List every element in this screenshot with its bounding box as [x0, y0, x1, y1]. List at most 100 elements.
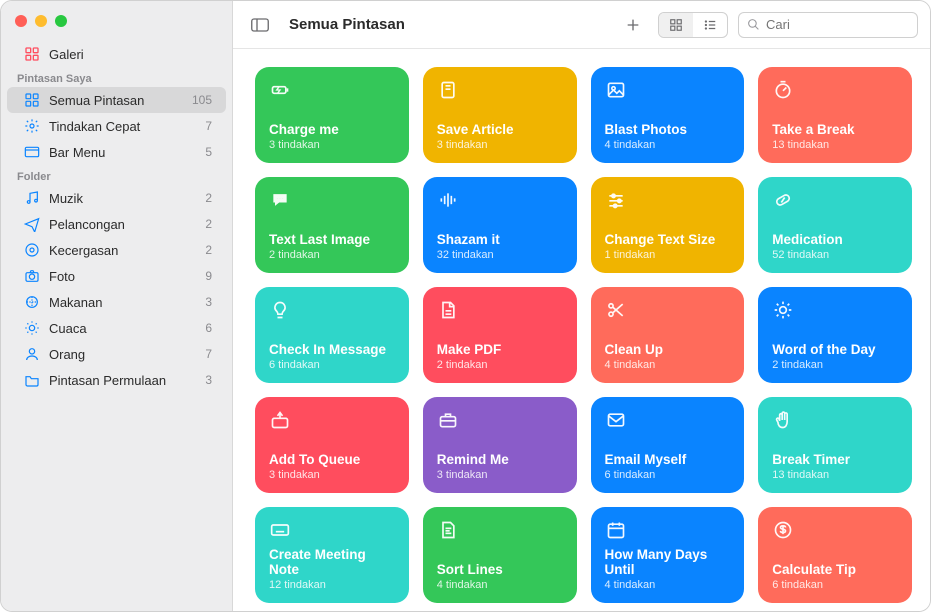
shortcut-card[interactable]: Blast Photos 4 tindakan — [591, 67, 745, 163]
shortcut-subtitle: 2 tindakan — [437, 359, 563, 371]
zoom-window-button[interactable] — [55, 15, 67, 27]
sidebar-item-count: 2 — [205, 243, 212, 257]
sidebar-item-label: Makanan — [49, 295, 197, 310]
shortcut-subtitle: 6 tindakan — [605, 469, 731, 481]
add-shortcut-button[interactable] — [618, 12, 648, 38]
camera-icon — [23, 267, 41, 285]
sidebar-item-count: 2 — [205, 191, 212, 205]
sidebar-item-label: Tindakan Cepat — [49, 119, 197, 134]
shortcut-subtitle: 3 tindakan — [269, 469, 395, 481]
sidebar-my-item[interactable]: Bar Menu 5 — [7, 139, 226, 165]
mail-icon — [605, 409, 627, 431]
shortcut-card[interactable]: Email Myself 6 tindakan — [591, 397, 745, 493]
sidebar-folder-item[interactable]: Pintasan Permulaan 3 — [7, 367, 226, 393]
shortcut-title: Take a Break — [772, 122, 898, 138]
page-title: Semua Pintasan — [289, 16, 405, 33]
shortcut-subtitle: 13 tindakan — [772, 139, 898, 151]
sidebar-folder-item[interactable]: Orang 7 — [7, 341, 226, 367]
shortcut-title: Save Article — [437, 122, 563, 138]
shortcut-title: Blast Photos — [605, 122, 731, 138]
sidebar-item-label: Semua Pintasan — [49, 93, 184, 108]
sidebar-folder-item[interactable]: Foto 9 — [7, 263, 226, 289]
shortcut-card[interactable]: Add To Queue 3 tindakan — [255, 397, 409, 493]
sidebar-item-label: Muzik — [49, 191, 197, 206]
sidebar-item-label: Kecergasan — [49, 243, 197, 258]
timer-icon — [772, 79, 794, 101]
bulb-icon — [269, 299, 291, 321]
shortcut-card[interactable]: Remind Me 3 tindakan — [423, 397, 577, 493]
fitness-icon — [23, 241, 41, 259]
shortcut-card[interactable]: Create Meeting Note 12 tindakan — [255, 507, 409, 603]
shortcut-card[interactable]: Charge me 3 tindakan — [255, 67, 409, 163]
shortcut-title: How Many Days Until — [605, 547, 731, 578]
shortcut-card[interactable]: Calculate Tip 6 tindakan — [758, 507, 912, 603]
sidebar-item-label: Orang — [49, 347, 197, 362]
person-icon — [23, 345, 41, 363]
sidebar-my-item[interactable]: Semua Pintasan 105 — [7, 87, 226, 113]
shortcut-subtitle: 12 tindakan — [269, 579, 395, 591]
brightness-icon — [772, 299, 794, 321]
sidebar-folder-item[interactable]: Cuaca 6 — [7, 315, 226, 341]
shortcut-card[interactable]: How Many Days Until 4 tindakan — [591, 507, 745, 603]
sidebar-folder-item[interactable]: Pelancongan 2 — [7, 211, 226, 237]
book-icon — [437, 79, 459, 101]
sidebar: Galeri Pintasan Saya Semua Pintasan 105 … — [1, 1, 233, 611]
bubble-icon — [269, 189, 291, 211]
shortcut-grid: Charge me 3 tindakan Save Article 3 tind… — [233, 49, 930, 611]
sidebar-my-item[interactable]: Tindakan Cepat 7 — [7, 113, 226, 139]
shortcut-subtitle: 2 tindakan — [269, 249, 395, 261]
shortcut-card[interactable]: Break Timer 13 tindakan — [758, 397, 912, 493]
sliders-icon — [605, 189, 627, 211]
shortcut-card[interactable]: Sort Lines 4 tindakan — [423, 507, 577, 603]
app-window: Galeri Pintasan Saya Semua Pintasan 105 … — [0, 0, 931, 612]
queue-icon — [269, 409, 291, 431]
shortcut-card[interactable]: Check In Message 6 tindakan — [255, 287, 409, 383]
shortcut-title: Make PDF — [437, 342, 563, 358]
shortcut-title: Check In Message — [269, 342, 395, 358]
search-icon — [747, 18, 760, 31]
image-icon — [605, 79, 627, 101]
sidebar-gallery[interactable]: Galeri — [7, 41, 226, 67]
shortcut-title: Create Meeting Note — [269, 547, 395, 578]
keyboard-icon — [269, 519, 291, 541]
battery-icon — [269, 79, 291, 101]
menubar-icon — [23, 143, 41, 161]
shortcut-card[interactable]: Shazam it 32 tindakan — [423, 177, 577, 273]
search-input[interactable] — [766, 17, 909, 32]
sidebar-folder-item[interactable]: Kecergasan 2 — [7, 237, 226, 263]
sidebar-item-count: 5 — [205, 145, 212, 159]
shortcut-subtitle: 3 tindakan — [437, 139, 563, 151]
minimize-window-button[interactable] — [35, 15, 47, 27]
search-field[interactable] — [738, 12, 918, 38]
food-icon — [23, 293, 41, 311]
shortcut-card[interactable]: Medication 52 tindakan — [758, 177, 912, 273]
grid-view-button[interactable] — [659, 13, 693, 37]
shortcut-title: Remind Me — [437, 452, 563, 468]
close-window-button[interactable] — [15, 15, 27, 27]
window-controls — [1, 11, 232, 41]
shortcut-card[interactable]: Clean Up 4 tindakan — [591, 287, 745, 383]
view-toggle — [658, 12, 728, 38]
shortcut-subtitle: 1 tindakan — [605, 249, 731, 261]
shortcut-title: Medication — [772, 232, 898, 248]
shortcut-card[interactable]: Save Article 3 tindakan — [423, 67, 577, 163]
shortcut-subtitle: 3 tindakan — [437, 469, 563, 481]
sidebar-section-my: Pintasan Saya — [1, 67, 232, 87]
shortcut-card[interactable]: Word of the Day 2 tindakan — [758, 287, 912, 383]
pill-icon — [772, 189, 794, 211]
list-view-button[interactable] — [693, 13, 727, 37]
folder-icon — [23, 371, 41, 389]
shortcut-card[interactable]: Make PDF 2 tindakan — [423, 287, 577, 383]
main-area: Semua Pintasan Char — [233, 1, 930, 611]
shortcut-subtitle: 3 tindakan — [269, 139, 395, 151]
shortcut-card[interactable]: Change Text Size 1 tindakan — [591, 177, 745, 273]
shortcut-card[interactable]: Take a Break 13 tindakan — [758, 67, 912, 163]
sidebar-item-count: 7 — [205, 119, 212, 133]
shortcut-card[interactable]: Text Last Image 2 tindakan — [255, 177, 409, 273]
briefcase-icon — [437, 409, 459, 431]
sidebar-folder-item[interactable]: Muzik 2 — [7, 185, 226, 211]
sidebar-item-label: Foto — [49, 269, 197, 284]
toolbar: Semua Pintasan — [233, 1, 930, 49]
sidebar-folder-item[interactable]: Makanan 3 — [7, 289, 226, 315]
toggle-sidebar-button[interactable] — [245, 12, 275, 38]
